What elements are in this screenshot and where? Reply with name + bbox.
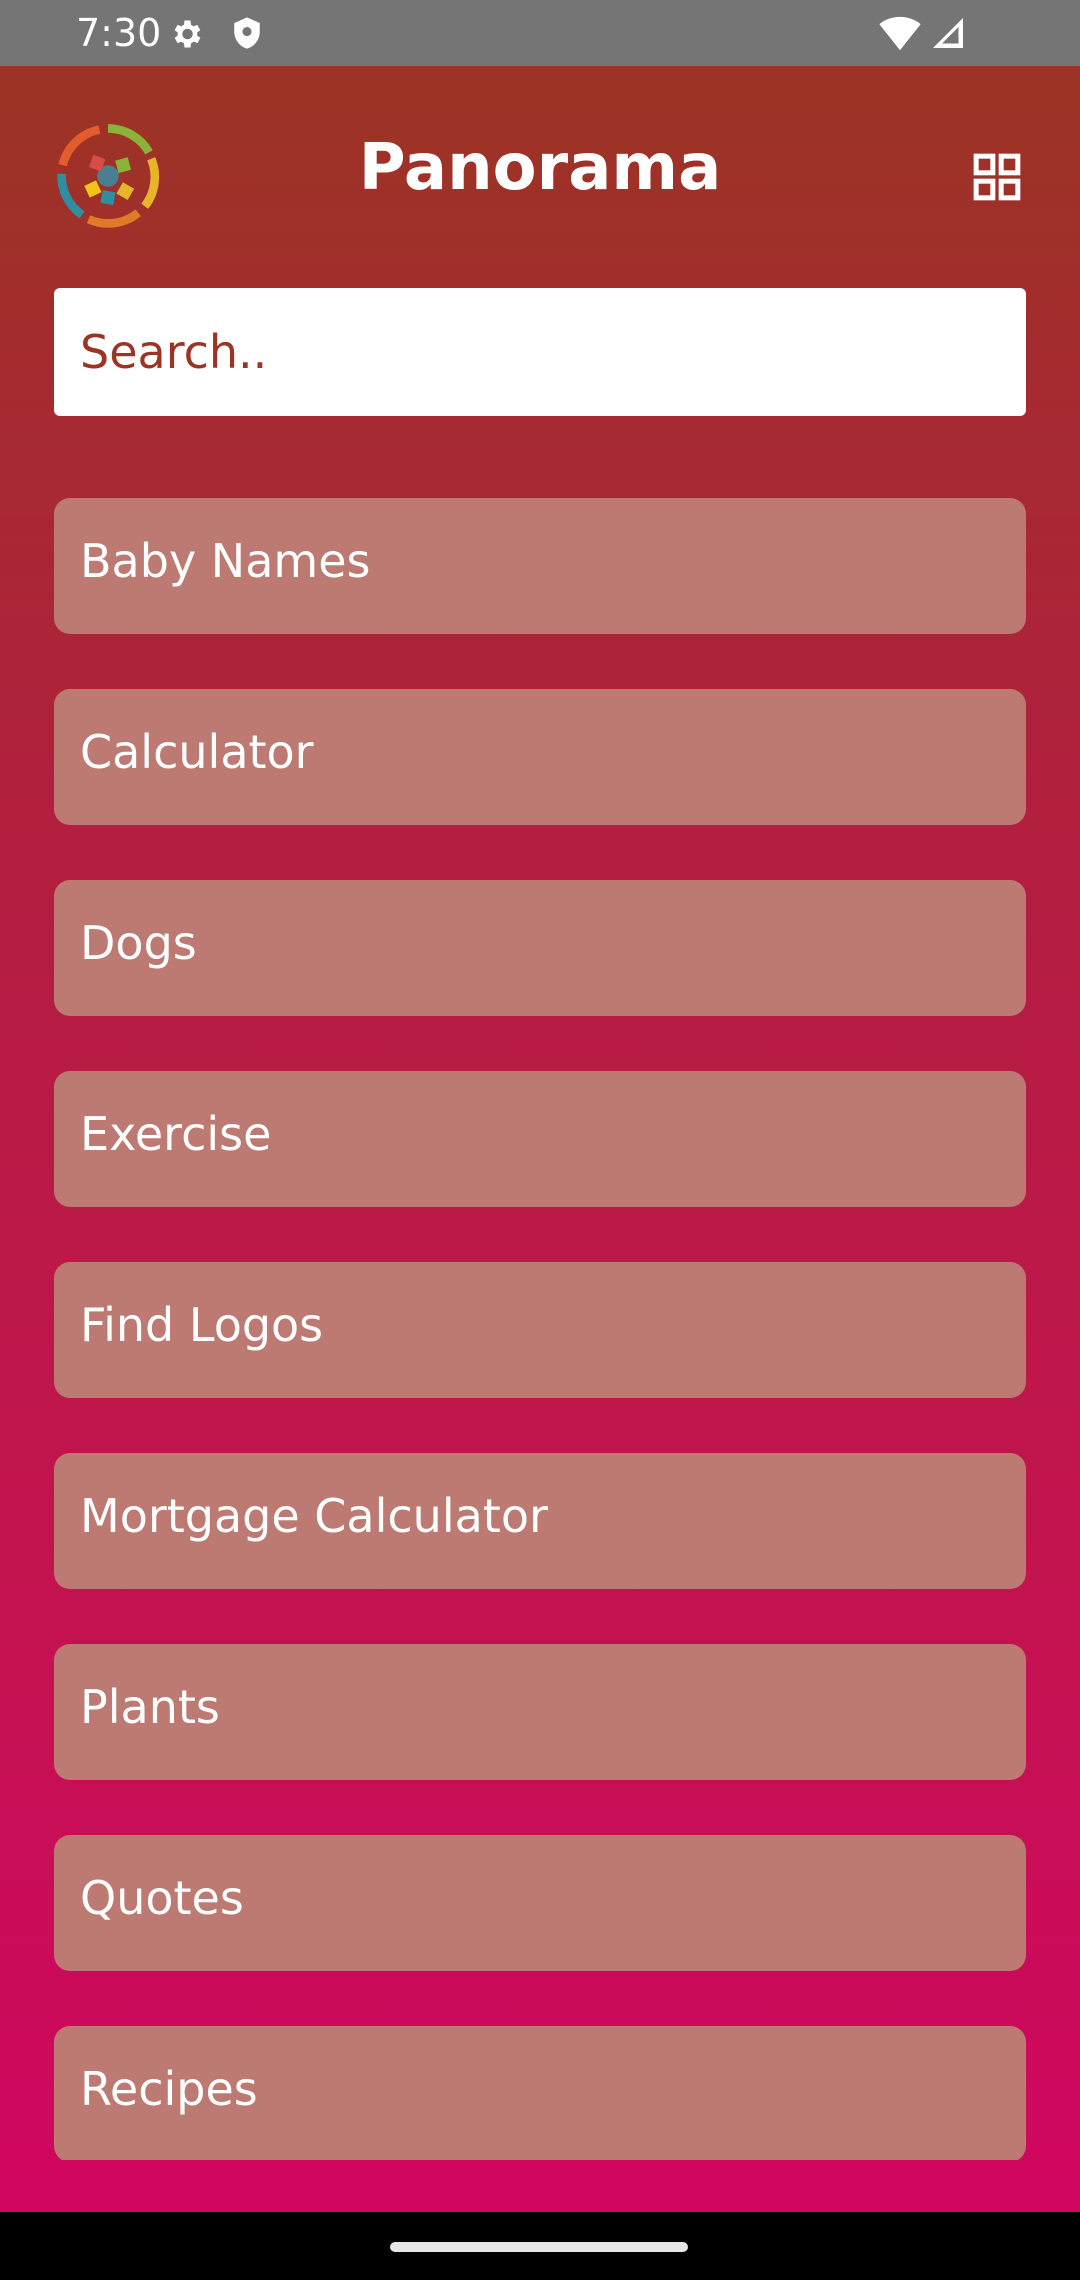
list-item-label: Exercise <box>80 1107 272 1161</box>
list-item-label: Recipes <box>80 2062 258 2116</box>
list-item-mortgage-calculator[interactable]: Mortgage Calculator <box>54 1453 1026 1589</box>
list-item-plants[interactable]: Plants <box>54 1644 1026 1780</box>
list-item-baby-names[interactable]: Baby Names <box>54 498 1026 634</box>
list-item-label: Baby Names <box>80 534 371 588</box>
gear-icon <box>174 20 201 48</box>
list-item-find-logos[interactable]: Find Logos <box>54 1262 1026 1398</box>
shield-icon <box>234 17 260 49</box>
list-item-label: Quotes <box>80 1871 244 1925</box>
list-item-quotes[interactable]: Quotes <box>54 1835 1026 1971</box>
list-item-label: Plants <box>80 1680 220 1734</box>
list-item-recipes[interactable]: Recipes <box>54 2026 1026 2160</box>
list-item-dogs[interactable]: Dogs <box>54 880 1026 1016</box>
search-input[interactable] <box>54 288 1026 416</box>
list-item-label: Mortgage Calculator <box>80 1489 548 1543</box>
wifi-icon <box>879 16 921 51</box>
list-item-exercise[interactable]: Exercise <box>54 1071 1026 1207</box>
list-item-calculator[interactable]: Calculator <box>54 689 1026 825</box>
app-title: Panorama <box>358 131 722 205</box>
status-time: 7:30 <box>76 11 162 55</box>
navigation-bar <box>0 2212 1080 2280</box>
app-screen: Panorama Baby Names Calculator Dogs Exer… <box>0 66 1080 2212</box>
grid-icon[interactable] <box>972 152 1022 202</box>
list-item-label: Dogs <box>80 916 197 970</box>
list-item-label: Find Logos <box>80 1298 324 1352</box>
home-gesture-handle[interactable] <box>390 2242 688 2252</box>
status-bar: 7:30 <box>0 0 1080 66</box>
category-list: Baby Names Calculator Dogs Exercise Find… <box>54 498 1026 2160</box>
list-item-label: Calculator <box>80 725 314 779</box>
signal-icon <box>933 18 963 48</box>
